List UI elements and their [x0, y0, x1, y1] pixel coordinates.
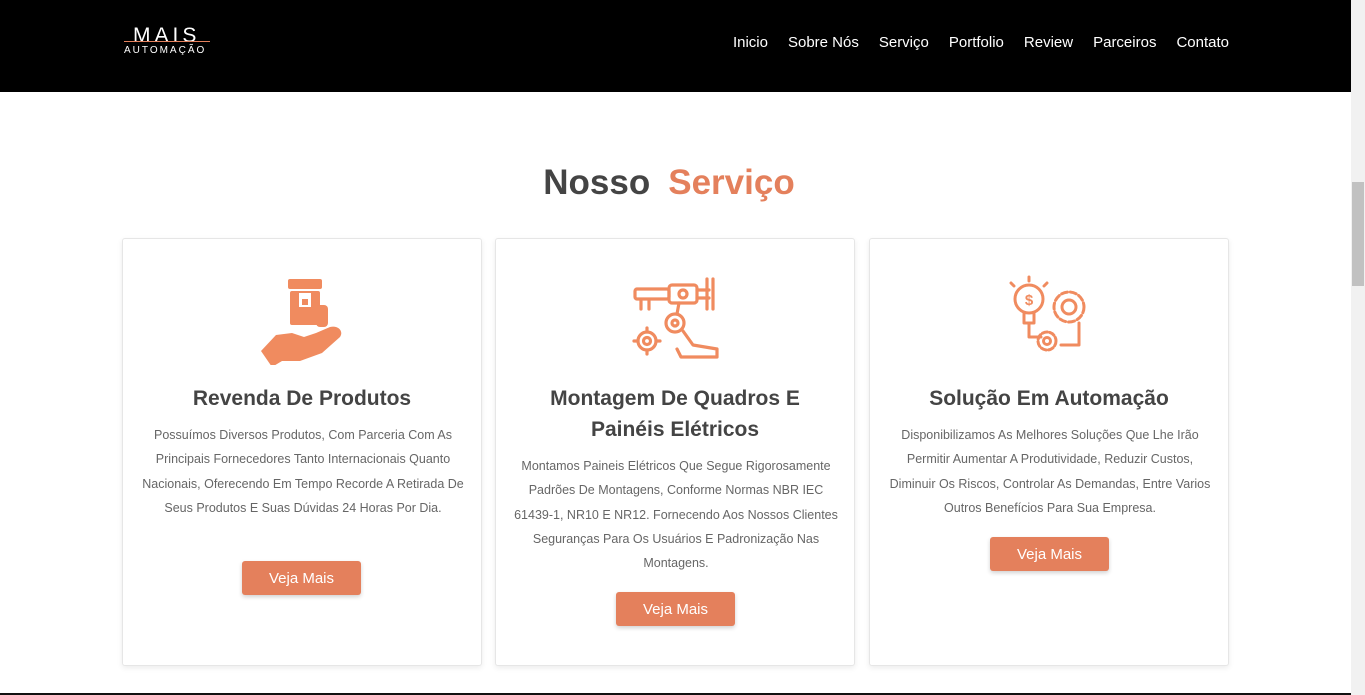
card-description: Disponibilizamos As Melhores Soluções Qu… — [889, 428, 1211, 515]
svg-text:$: $ — [1025, 292, 1034, 309]
hand-product-icon — [261, 279, 342, 365]
robotic-arm-icon — [632, 277, 719, 359]
card-title: Montagem De Quadros E Painéis Elétricos — [550, 387, 800, 441]
service-card-automacao: $ Solução Em Automação Disponibilizamos … — [869, 238, 1229, 666]
service-card-revenda: Revenda De Produtos Possuímos Diversos P… — [122, 238, 482, 666]
brand-logo[interactable]: MAIS AUTOMAÇÃO — [124, 24, 214, 58]
section-title-plain: Nosso — [543, 163, 651, 202]
nav-link-sobre-nos[interactable]: Sobre Nós — [788, 34, 859, 51]
nav-link-review[interactable]: Review — [1024, 34, 1073, 51]
veja-mais-button[interactable]: Veja Mais — [242, 561, 361, 595]
brand-subtitle: AUTOMAÇÃO — [124, 45, 207, 56]
nav-link-inicio[interactable]: Inicio — [733, 34, 768, 51]
card-description: Possuímos Diversos Produtos, Com Parceri… — [142, 428, 464, 515]
nav-link-portfolio[interactable]: Portfolio — [949, 34, 1004, 51]
service-card-montagem: Montagem De Quadros E Painéis Elétricos … — [495, 238, 855, 666]
idea-gears-icon: $ — [1009, 275, 1086, 352]
nav-link-servico[interactable]: Serviço — [879, 34, 929, 51]
veja-mais-button[interactable]: Veja Mais — [616, 592, 735, 626]
page-scrollbar[interactable] — [1351, 0, 1365, 695]
section-title-accent: Serviço — [668, 163, 795, 202]
veja-mais-button[interactable]: Veja Mais — [990, 537, 1109, 571]
navbar: MAIS AUTOMAÇÃO Inicio Sobre Nós Serviço … — [0, 0, 1351, 92]
scrollbar-thumb[interactable] — [1352, 182, 1364, 286]
nav-link-parceiros[interactable]: Parceiros — [1093, 34, 1156, 51]
card-title: Revenda De Produtos — [192, 387, 412, 410]
section-title: Nosso Serviço — [0, 163, 1338, 203]
brand-underline — [124, 41, 210, 42]
card-title: Solução Em Automação — [929, 387, 1169, 410]
nav-link-contato[interactable]: Contato — [1176, 34, 1229, 51]
main-nav: Inicio Sobre Nós Serviço Portfolio Revie… — [733, 34, 1229, 51]
card-description: Montamos Paineis Elétricos Que Segue Rig… — [514, 459, 838, 571]
